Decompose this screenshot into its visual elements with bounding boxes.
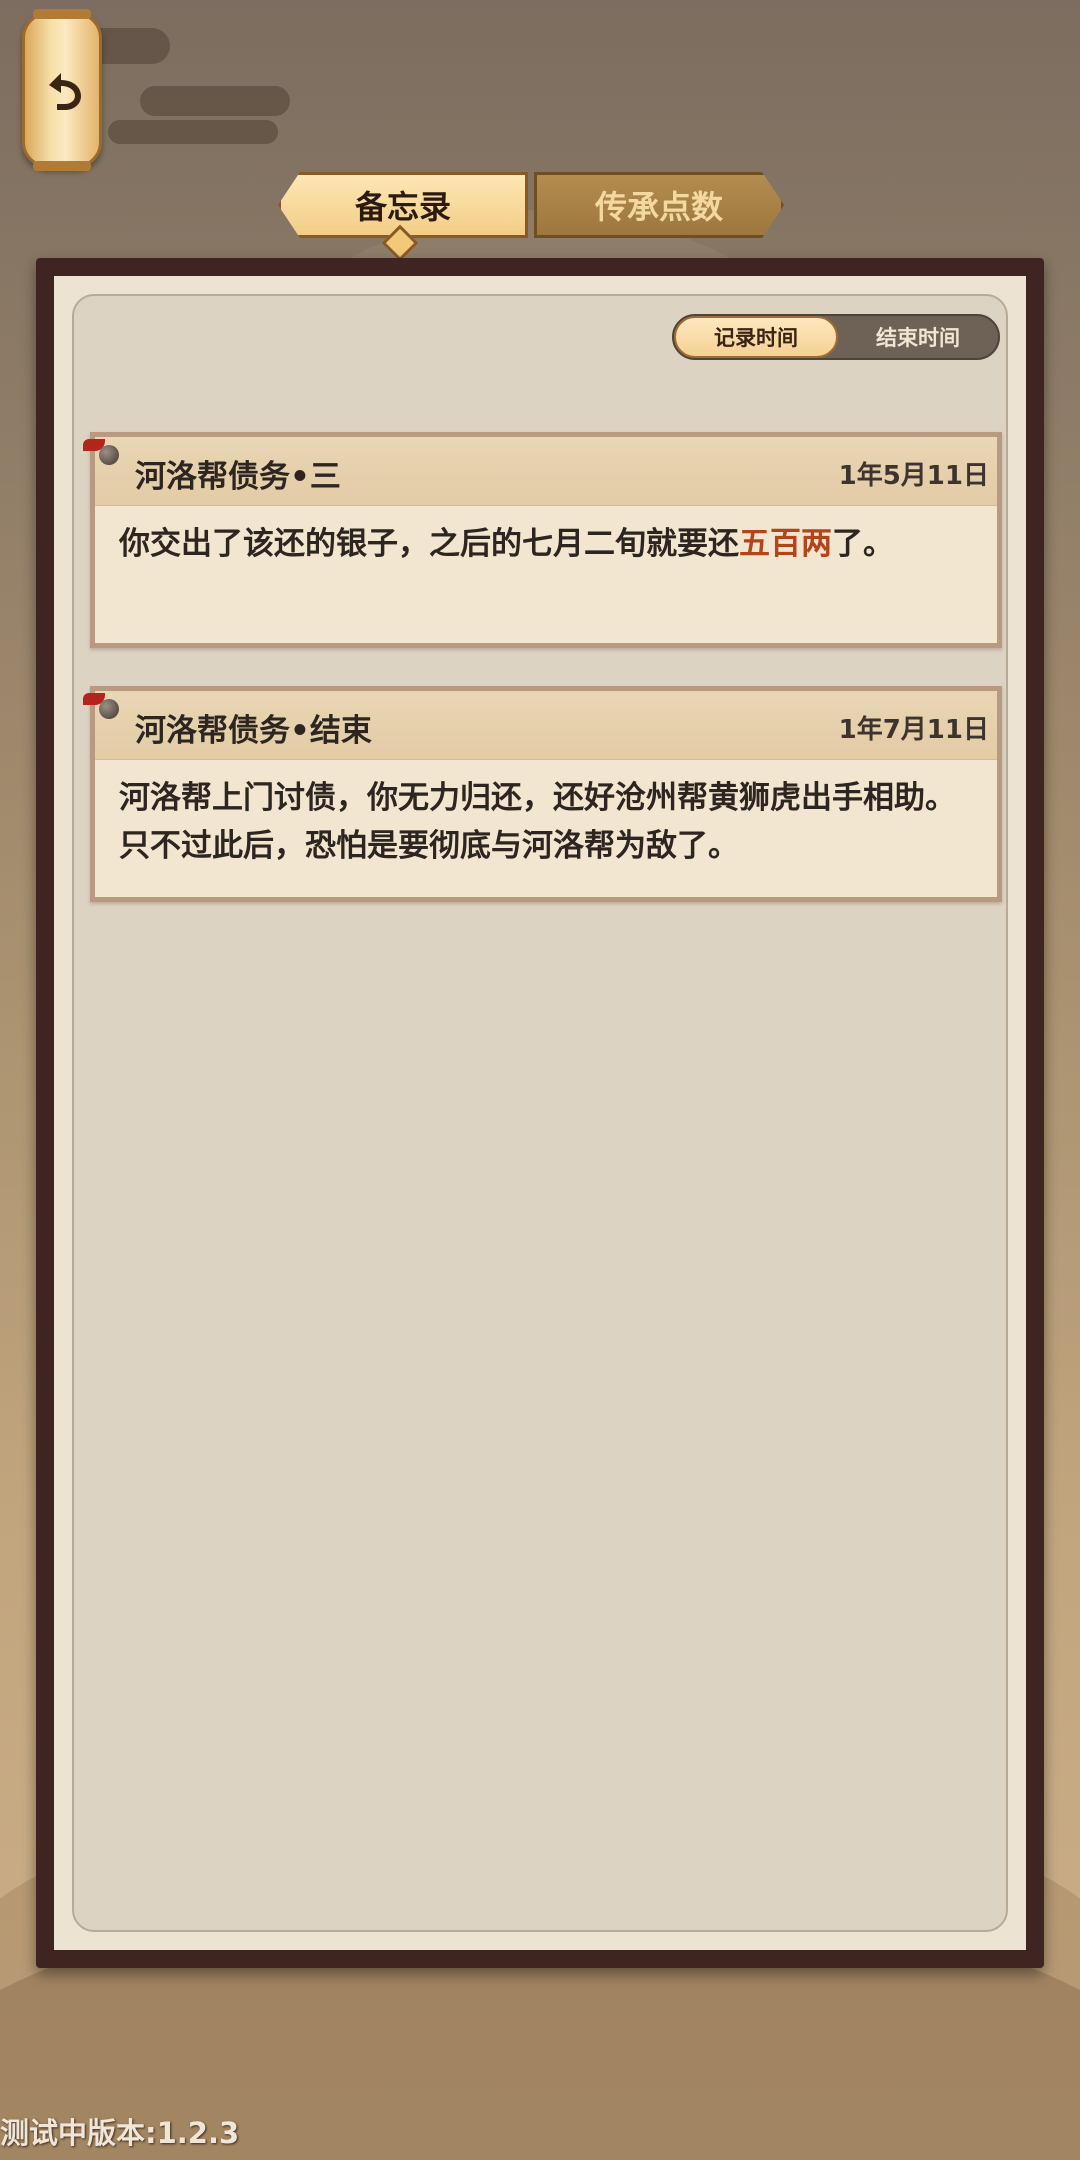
tab-legacy-points[interactable]: 传承点数: [534, 172, 784, 238]
undo-arrow-icon: [35, 63, 89, 117]
memo-title: 河洛帮债务•三: [135, 459, 341, 495]
memo-card[interactable]: 河洛帮债务•结束 1年7月11日 河洛帮上门讨债，你无力归还，还好沧州帮黄狮虎出…: [83, 686, 1002, 902]
memo-text: 你交出了该还的银子，之后的七月二旬就要还五百两了。: [119, 526, 894, 562]
pin-icon: [83, 689, 123, 729]
highlight-amount: 五百两: [739, 526, 832, 562]
sort-by-record-time[interactable]: 记录时间: [674, 316, 838, 358]
memo-date: 1年5月11日: [838, 461, 989, 491]
memo-card[interactable]: 河洛帮债务•三 1年5月11日 你交出了该还的银子，之后的七月二旬就要还五百两了…: [83, 432, 1002, 648]
cloud-decoration: [140, 86, 290, 116]
memo-card-header: 河洛帮债务•结束 1年7月11日: [83, 691, 997, 760]
pin-icon: [83, 435, 123, 475]
sort-toggle: 记录时间 结束时间: [672, 314, 1000, 360]
memo-date: 1年7月11日: [838, 715, 989, 745]
game-screen: 备忘录 传承点数 记录时间 结束时间 河洛帮债务•三 1年5月11日 你交出了该…: [0, 0, 1080, 2160]
memo-title: 河洛帮债务•结束: [135, 713, 372, 749]
version-label: 测试中版本:1.2.3: [0, 2116, 240, 2150]
cloud-decoration: [108, 120, 278, 144]
tab-bar: 备忘录 传承点数: [278, 172, 784, 262]
sort-by-end-time[interactable]: 结束时间: [838, 316, 998, 358]
memo-card-header: 河洛帮债务•三 1年5月11日: [83, 437, 997, 506]
memo-text: 河洛帮上门讨债，你无力归还，还好沧州帮黄狮虎出手相助。只不过此后，恐怕是要彻底与…: [119, 780, 956, 864]
back-button[interactable]: [22, 9, 102, 171]
